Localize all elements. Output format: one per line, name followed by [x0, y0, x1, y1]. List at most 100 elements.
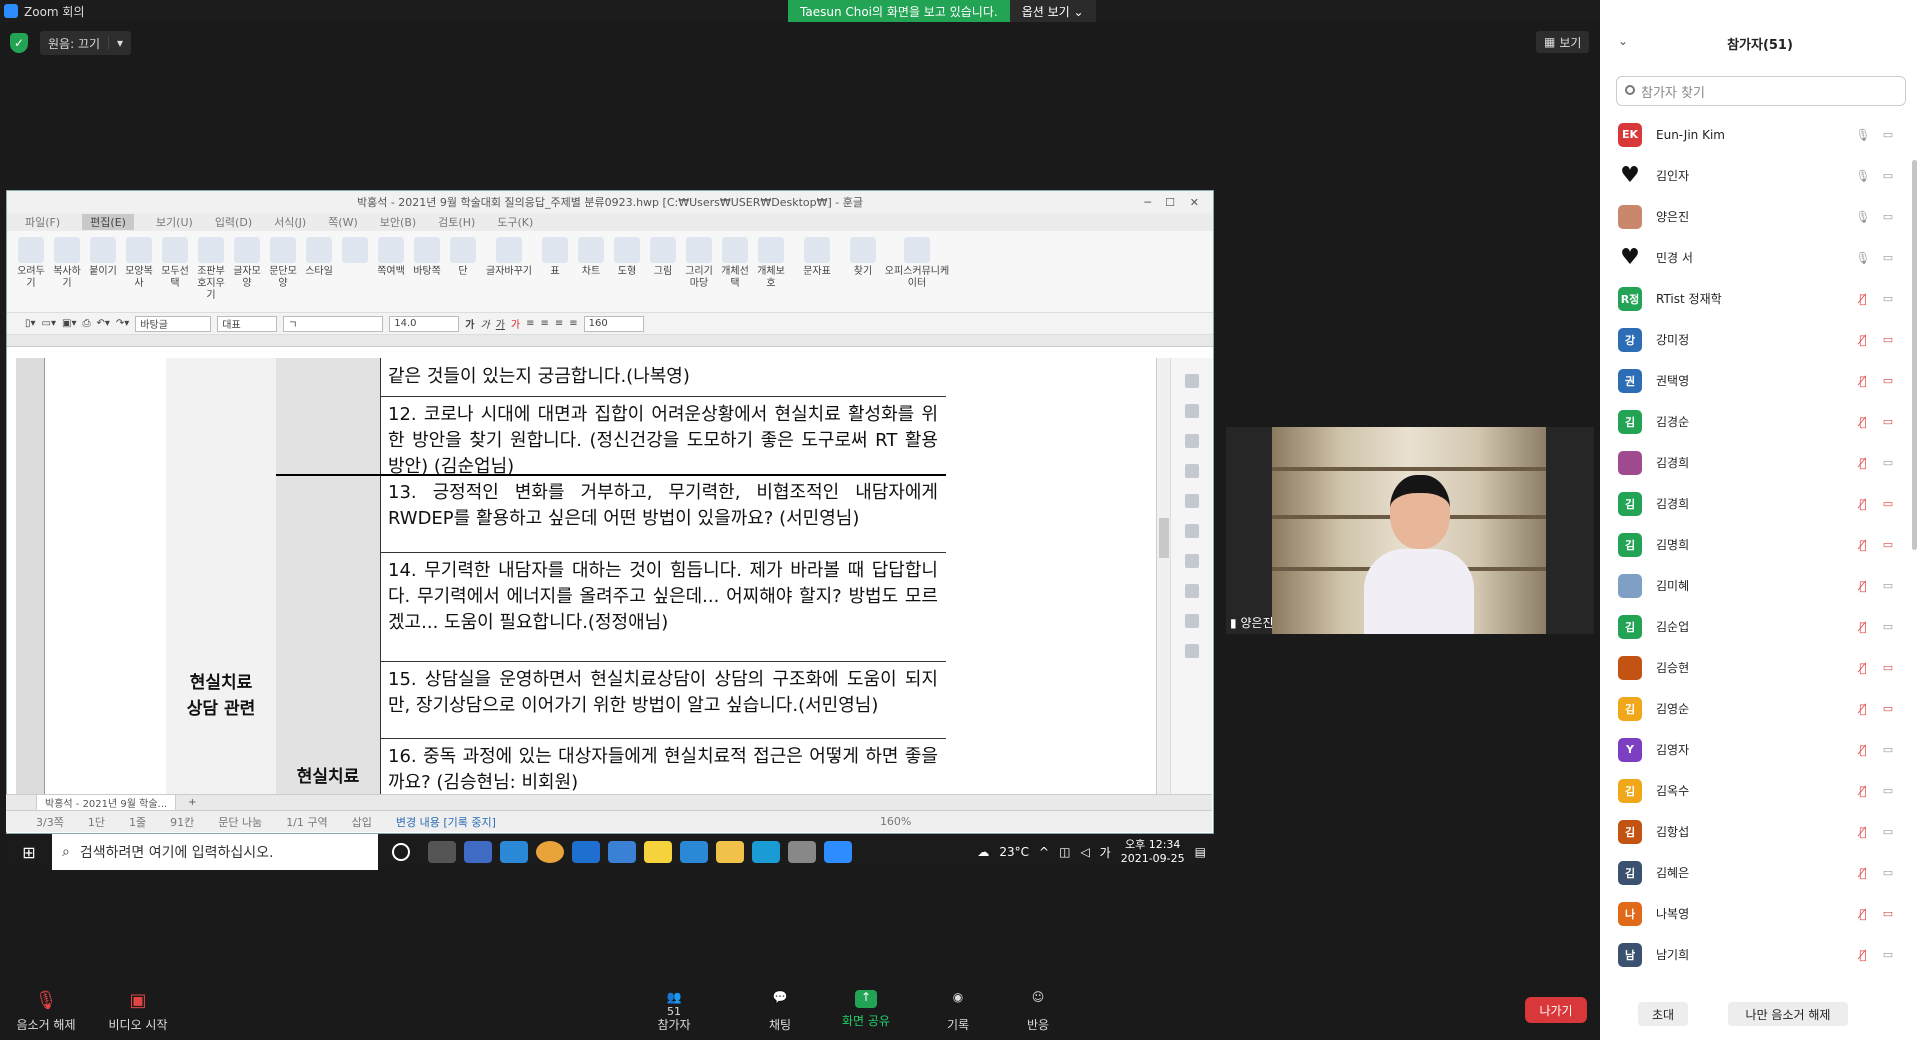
- mic-muted-icon: 🎙̸: [1859, 373, 1867, 388]
- reactions-icon: ☺: [1031, 990, 1045, 1004]
- camera-icon: ▭: [1882, 169, 1894, 182]
- windows-start-icon[interactable]: ⊞: [6, 834, 52, 870]
- reactions-button[interactable]: ☺ 반응: [998, 990, 1078, 1033]
- avatar: 김: [1618, 860, 1642, 885]
- side-icon[interactable]: [1184, 554, 1199, 568]
- side-icon[interactable]: [1184, 434, 1199, 448]
- chevron-down-icon[interactable]: ▾: [108, 36, 131, 50]
- side-icon[interactable]: [1184, 614, 1199, 628]
- leave-button[interactable]: 나가기: [1525, 997, 1587, 1023]
- record-button[interactable]: ◉ 기록: [918, 990, 998, 1033]
- participant-row[interactable]: 김 김명희 🎙̸ ▭: [1600, 524, 1906, 565]
- video-name-label: ▮ 양은진: [1230, 614, 1274, 631]
- side-icon[interactable]: [1184, 404, 1199, 418]
- participants-label: 참가자: [657, 1018, 691, 1032]
- explorer-icon[interactable]: [716, 841, 744, 863]
- participant-row[interactable]: ♥ 민경 서 🎙 ▭: [1600, 237, 1906, 278]
- camera-off-icon: ▭: [1882, 374, 1894, 387]
- volume-icon[interactable]: ◁: [1080, 845, 1089, 859]
- participant-row[interactable]: 김 김옥수 🎙̸ ▭: [1600, 770, 1906, 811]
- participant-row[interactable]: ♥ 김인자 🎙 ▭: [1600, 155, 1906, 196]
- participant-scrollbar[interactable]: [1912, 160, 1917, 550]
- avatar: 김: [1618, 778, 1642, 803]
- participant-row[interactable]: 김 김영순 🎙̸ ▭: [1600, 688, 1906, 729]
- camera-off-icon: ▭: [1882, 538, 1894, 551]
- unmute-me-button[interactable]: 나만 음소거 해제: [1728, 1002, 1848, 1026]
- participant-video: [1272, 427, 1546, 634]
- chat-button[interactable]: 💬 채팅: [740, 990, 820, 1033]
- ime-indicator[interactable]: 가: [1100, 844, 1111, 861]
- side-icon[interactable]: [1184, 524, 1199, 538]
- temperature[interactable]: 23°C: [999, 845, 1029, 859]
- task-view-icon[interactable]: [428, 841, 456, 863]
- zoom-app-icon[interactable]: [824, 841, 852, 863]
- participant-row[interactable]: R정 RTist 정재학 🎙̸ ▭: [1600, 278, 1906, 319]
- participant-row[interactable]: Y 김영자 🎙̸ ▭: [1600, 729, 1906, 770]
- edge-icon[interactable]: [752, 841, 780, 863]
- participant-row[interactable]: 김 김항섭 🎙̸ ▭: [1600, 811, 1906, 852]
- invite-button[interactable]: 초대: [1638, 1002, 1688, 1026]
- side-icon[interactable]: [1184, 464, 1199, 478]
- participant-name: RTist 정재학: [1656, 292, 1722, 306]
- taskbar-search[interactable]: ⌕ 검색하려면 여기에 입력하십시오.: [52, 834, 378, 870]
- mail-icon[interactable]: [608, 841, 636, 863]
- participant-row[interactable]: 김승현 🎙̸ ▭: [1600, 647, 1906, 688]
- avatar: R정: [1618, 286, 1642, 311]
- add-tab-icon[interactable]: +: [188, 797, 196, 808]
- mic-muted-icon: 🎙̸: [1859, 660, 1867, 675]
- participant-row[interactable]: 권 권택영 🎙̸ ▭: [1600, 360, 1906, 401]
- network-icon[interactable]: ◫: [1059, 845, 1070, 859]
- participant-row[interactable]: 나 나복영 🎙̸ ▭: [1600, 893, 1906, 934]
- store-icon[interactable]: [464, 841, 492, 863]
- tray-chevron-icon[interactable]: ^: [1039, 845, 1049, 859]
- document-scrollbar[interactable]: [1156, 358, 1170, 794]
- weather-icon[interactable]: ☁: [977, 845, 989, 859]
- participant-row[interactable]: EK Eun-Jin Kim 🎙 ▭: [1600, 114, 1906, 155]
- participant-row[interactable]: 김경희 🎙̸ ▭: [1600, 442, 1906, 483]
- cortana-icon[interactable]: [392, 843, 410, 861]
- search-icon: ⌕: [62, 844, 70, 860]
- reactions-label: 반응: [1026, 1018, 1050, 1032]
- status-item: 문단 나눔: [218, 815, 263, 829]
- side-icon[interactable]: [1184, 584, 1199, 598]
- hwp-app-icon[interactable]: [500, 841, 528, 863]
- record-label: 기록: [946, 1018, 970, 1032]
- ie-icon[interactable]: [572, 841, 600, 863]
- side-icon[interactable]: [1184, 374, 1199, 388]
- participants-icon: 👥 51: [666, 990, 682, 1018]
- participant-search-input[interactable]: 참가자 찾기: [1616, 76, 1906, 106]
- participant-row[interactable]: 양은진 🎙 ▭: [1600, 196, 1906, 237]
- notification-icon[interactable]: ▤: [1195, 845, 1206, 859]
- view-button[interactable]: ▦ 보기: [1536, 31, 1590, 53]
- participant-row[interactable]: 남 남기희 🎙̸ ▭: [1600, 934, 1906, 975]
- kakaotalk-icon[interactable]: [644, 841, 672, 863]
- document-tab[interactable]: 박홍석 - 2021년 9월 학술...: [36, 794, 177, 811]
- participants-button[interactable]: 👥 51 참가자: [634, 990, 714, 1033]
- chrome-icon[interactable]: [536, 841, 564, 863]
- side-icon[interactable]: [1184, 644, 1199, 658]
- view-options-button[interactable]: 옵션 보기 ⌄: [1009, 0, 1096, 22]
- mic-icon: 🎙: [1855, 209, 1871, 224]
- participant-row[interactable]: 김 김경순 🎙̸ ▭: [1600, 401, 1906, 442]
- participant-name: 김경희: [1656, 456, 1690, 470]
- side-icon[interactable]: [1184, 494, 1199, 508]
- clock[interactable]: 오후 12:34 2021-09-25: [1121, 838, 1185, 866]
- share-screen-label: 화면 공유: [842, 1014, 890, 1028]
- participant-row[interactable]: 강 강미정 🎙̸ ▭: [1600, 319, 1906, 360]
- document-page[interactable]: 같은 것들이 있는지 궁금합니다.(나복영) 12. 코로나 시대에 대면과 집…: [44, 358, 1156, 794]
- camera-icon: ▭: [1882, 128, 1894, 141]
- participant-name: 김명희: [1656, 538, 1690, 552]
- participant-row[interactable]: 김 김혜은 🎙̸ ▭: [1600, 852, 1906, 893]
- edge-legacy-icon[interactable]: [680, 841, 708, 863]
- security-shield-icon[interactable]: ✓: [10, 33, 28, 53]
- participant-row[interactable]: 김 김경희 🎙̸ ▭: [1600, 483, 1906, 524]
- settings-icon[interactable]: [788, 841, 816, 863]
- start-video-button[interactable]: ▣ 비디오 시작: [98, 990, 178, 1033]
- unmute-button[interactable]: 🎙 음소거 해제: [6, 990, 86, 1033]
- status-item[interactable]: 변경 내용 [기록 중지]: [396, 814, 496, 830]
- share-screen-button[interactable]: ↑ 화면 공유: [826, 990, 906, 1029]
- view-label: 보기: [1559, 35, 1582, 50]
- participant-row[interactable]: 김미혜 🎙̸ ▭: [1600, 565, 1906, 606]
- participant-row[interactable]: 김 김순업 🎙̸ ▭: [1600, 606, 1906, 647]
- original-sound-toggle[interactable]: 원음: 끄기 ▾: [40, 31, 132, 55]
